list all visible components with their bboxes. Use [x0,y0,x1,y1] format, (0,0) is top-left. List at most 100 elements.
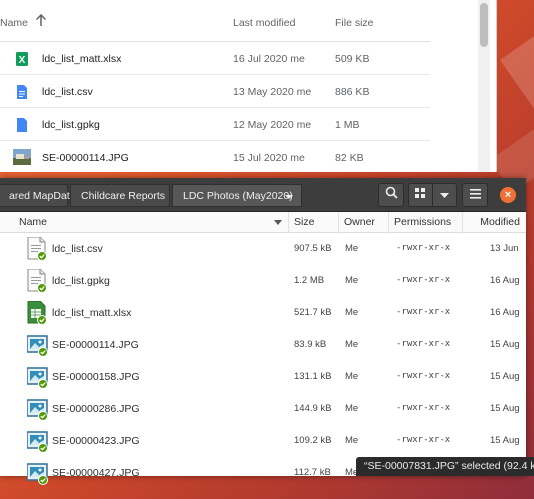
file-owner: Me [345,371,359,382]
hamburger-menu-icon [469,186,481,204]
column-modified-header[interactable]: Last modified [233,17,295,29]
status-overlay: “SE-00007831.JPG” selected (92.4 kB) [356,457,534,476]
drive-file-modified: 16 Jul 2020 me [233,53,305,65]
file-modified: 16 Aug [490,307,520,318]
file-size: 109.2 kB [294,435,332,446]
breadcrumb-childcare-reports[interactable]: Childcare Reports [70,184,170,207]
file-size: 1.2 MB [294,275,325,286]
drive-file-name: SE-00000114.JPG [42,152,129,164]
file-permissions: -rwxr-xr-x [396,243,451,253]
drive-file-modified: 12 May 2020 me [233,119,312,131]
file-size: 907.5 kB [294,243,332,254]
column-owner-header[interactable]: Owner [339,212,389,233]
file-row[interactable]: SE-00000158.JPG 131.1 kB Me -rwxr-xr-x 15 Au… [0,361,526,393]
grid-icon [415,186,426,204]
file-owner: Me [345,307,359,318]
file-name: SE-00000158.JPG [52,371,140,383]
docs-icon [15,118,29,132]
drive-list-header: Name Last modified File size [0,0,430,42]
file-modified: 15 Aug [490,435,520,446]
drive-file-size: 82 KB [335,152,364,164]
image-file-synced-icon [26,397,49,421]
file-owner: Me [345,403,359,414]
drive-file-row[interactable]: ldc_list.gpkg 12 May 2020 me 1 MB [0,108,430,141]
file-name: SE-00000114.JPG [52,339,139,351]
drive-file-size: 509 KB [335,53,370,65]
drive-file-name: ldc_list.gpkg [42,119,100,131]
file-row[interactable]: ldc_list.csv 907.5 kB Me -rwxr-xr-x 13 Jun [0,233,526,265]
drive-file-modified: 13 May 2020 me [233,86,312,98]
file-manager-window: ared MapData Childcare Reports LDC Photo… [0,178,526,485]
image-thumb-icon [13,149,31,165]
column-permissions-header[interactable]: Permissions [389,212,463,233]
image-file-synced-icon [26,365,49,389]
column-name-label: Name [19,216,48,228]
image-file-synced-icon [26,429,49,453]
drive-file-row[interactable]: ldc_list.csv 13 May 2020 me 886 KB [0,75,430,108]
column-name-header[interactable]: Name [14,212,289,233]
file-modified: 15 Aug [490,403,520,414]
sort-arrow-up-icon[interactable] [35,13,47,30]
file-size: 144.9 kB [294,403,332,414]
drive-file-size: 1 MB [335,119,360,131]
file-row[interactable]: ldc_list_matt.xlsx 521.7 kB Me -rwxr-xr-x 16… [0,297,526,329]
view-grid-button[interactable] [408,183,433,207]
column-header-row: Name Size Owner Permissions Modified [0,212,526,233]
view-options-button[interactable] [432,183,457,207]
image-file-synced-icon [26,333,49,357]
column-size-header[interactable]: Size [289,212,339,233]
column-modified-header[interactable]: Modified [463,212,526,233]
file-name: ldc_list.gpkg [52,275,110,287]
breadcrumb-shared-mapdata[interactable]: ared MapData [0,184,76,207]
column-size-header[interactable]: File size [335,17,374,29]
chevron-down-icon [440,186,449,204]
sheets-icon: X [15,52,29,66]
search-button[interactable] [378,183,404,207]
column-name-header[interactable]: Name [0,17,28,29]
drive-file-modified: 15 Jul 2020 me [233,152,305,164]
file-size: 521.7 kB [294,307,332,318]
file-modified: 13 Jun [490,243,519,254]
file-name: ldc_list_matt.xlsx [52,307,132,319]
text-file-synced-icon [27,268,49,293]
breadcrumb-ldc-photos[interactable]: LDC Photos (May2020) [172,184,302,207]
close-window-button[interactable]: × [500,187,516,203]
drive-file-size: 886 KB [335,86,370,98]
file-row[interactable]: SE-00000286.JPG 144.9 kB Me -rwxr-xr-x 15 Au… [0,393,526,425]
file-owner: Me [345,339,359,350]
file-name: SE-00000427.JPG [52,467,140,479]
drive-file-row[interactable]: X ldc_list_matt.xlsx 16 Jul 2020 me 509 … [0,42,430,75]
image-file-synced-icon [26,461,49,485]
file-size: 112.7 kB [294,467,331,478]
file-modified: 15 Aug [490,371,520,382]
text-file-synced-icon [27,236,49,261]
svg-text:X: X [19,55,26,66]
drive-file-name: ldc_list_matt.xlsx [42,53,122,65]
search-icon [385,186,398,204]
file-row[interactable]: SE-00000423.JPG 109.2 kB Me -rwxr-xr-x 15 Au… [0,425,526,457]
file-name: SE-00000286.JPG [52,403,140,415]
wallpaper-stripe [500,0,534,110]
file-owner: Me [345,435,359,446]
headerbar: ared MapData Childcare Reports LDC Photo… [0,178,526,212]
file-owner: Me [345,243,359,254]
drive-file-list-window: Name Last modified File size X ldc_list_… [0,0,497,172]
drive-file-row[interactable]: SE-00000114.JPG 15 Jul 2020 me 82 KB [0,141,430,172]
file-permissions: -rwxr-xr-x [396,339,451,349]
file-permissions: -rwxr-xr-x [396,307,451,317]
file-size: 131.1 kB [294,371,332,382]
file-size: 83.9 kB [294,339,327,350]
file-permissions: -rwxr-xr-x [396,275,451,285]
file-row[interactable]: ldc_list.gpkg 1.2 MB Me -rwxr-xr-x 16 Aug [0,265,526,297]
spreadsheet-file-synced-icon [27,300,49,325]
file-name: ldc_list.csv [52,243,103,255]
drive-scrollbar-thumb[interactable] [480,3,488,47]
file-name: SE-00000423.JPG [52,435,140,447]
file-owner: Me [345,275,359,286]
file-row[interactable]: SE-00000114.JPG 83.9 kB Me -rwxr-xr-x 15 Aug [0,329,526,361]
menu-button[interactable] [462,183,488,207]
breadcrumb-label: LDC Photos (May2020) [183,190,293,202]
drive-file-name: ldc_list.csv [42,86,93,98]
docs-icon [15,85,29,99]
file-modified: 16 Aug [490,275,520,286]
